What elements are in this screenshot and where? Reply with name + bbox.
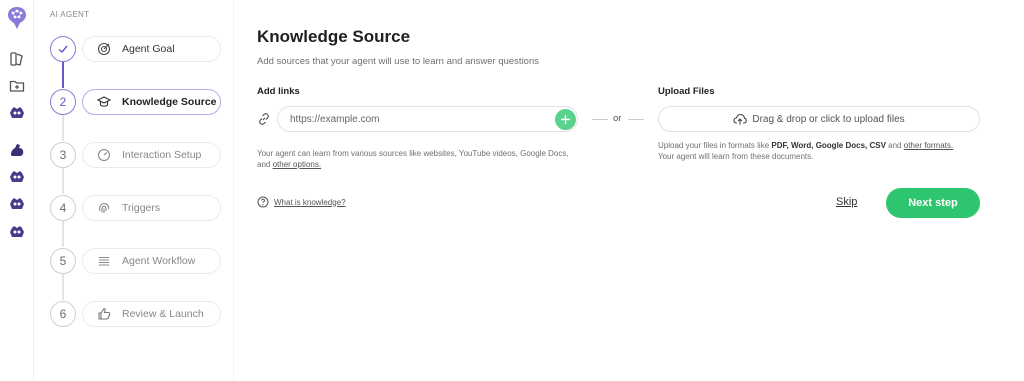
url-field: [277, 106, 578, 132]
agent-avatar-icon[interactable]: [9, 169, 25, 185]
upload-and: and: [888, 141, 902, 150]
step-label: Agent Goal: [122, 43, 175, 55]
upload-dropzone[interactable]: Drag & drop or click to upload files: [658, 106, 980, 132]
divider: [592, 119, 608, 120]
list-icon: [99, 256, 109, 266]
step-label: Review & Launch: [122, 308, 204, 320]
step-6-number[interactable]: 6: [50, 301, 76, 327]
book-icon[interactable]: [9, 51, 25, 67]
agent-avatar-icon[interactable]: [9, 105, 25, 121]
page-subtitle: Add sources that your agent will use to …: [257, 56, 539, 67]
step-connector: [62, 168, 64, 194]
or-separator: or: [592, 113, 644, 125]
step-4-number[interactable]: 4: [50, 195, 76, 221]
step-knowledge-source[interactable]: Knowledge Source: [82, 89, 221, 115]
links-help-text: Your agent can learn from various source…: [257, 148, 577, 170]
step-connector: [62, 221, 64, 247]
what-is-knowledge-label: What is knowledge?: [274, 197, 346, 207]
icon-rail: [0, 0, 34, 381]
folder-plus-icon[interactable]: [9, 78, 25, 94]
step-agent-workflow[interactable]: Agent Workflow: [82, 248, 221, 274]
step-1-check[interactable]: [50, 36, 76, 62]
step-5-number[interactable]: 5: [50, 248, 76, 274]
step-agent-goal[interactable]: Agent Goal: [82, 36, 221, 62]
question-circle-icon: [257, 196, 269, 208]
target-icon: [97, 42, 111, 56]
agent-avatar-icon[interactable]: [9, 196, 25, 212]
steps-panel: AI AGENT Agent Goal 2 Knowledge Source 3: [34, 0, 234, 381]
step-interaction-setup[interactable]: Interaction Setup: [82, 142, 221, 168]
step-connector: [62, 62, 64, 88]
check-icon: [58, 45, 68, 53]
step-3-number[interactable]: 3: [50, 142, 76, 168]
upload-help-text: Upload your files in formats like PDF, W…: [658, 140, 988, 162]
graduation-cap-icon: [97, 96, 111, 107]
step-2-number[interactable]: 2: [50, 89, 76, 115]
link-icon: [259, 113, 269, 125]
step-connector: [62, 274, 64, 300]
add-links-heading: Add links: [257, 86, 300, 97]
step-review-launch[interactable]: Review & Launch: [82, 301, 221, 327]
divider: [628, 119, 644, 120]
upload-help-suffix: Your agent will learn from these documen…: [658, 152, 814, 161]
cloud-upload-icon: [733, 113, 748, 125]
gauge-icon: [97, 148, 111, 162]
add-link-button[interactable]: [555, 109, 576, 130]
url-input[interactable]: [290, 111, 540, 128]
what-is-knowledge-link[interactable]: What is knowledge?: [257, 196, 346, 208]
plus-icon: [561, 115, 570, 124]
step-label: Triggers: [122, 202, 161, 214]
step-connector: [62, 115, 64, 141]
page-title: Knowledge Source: [257, 27, 411, 46]
next-step-button[interactable]: Next step: [886, 188, 980, 218]
upload-formats: PDF, Word, Google Docs, CSV: [771, 141, 886, 150]
skip-button[interactable]: Skip: [836, 196, 857, 208]
agent-avatar-icon[interactable]: [9, 224, 25, 240]
upload-help-prefix: Upload your files in formats like: [658, 141, 770, 150]
step-label: Knowledge Source: [122, 96, 217, 108]
main-content: Knowledge Source Add sources that your a…: [234, 0, 1024, 381]
brain-logo-icon[interactable]: [7, 6, 27, 30]
upload-files-heading: Upload Files: [658, 86, 715, 97]
step-label: Agent Workflow: [122, 255, 196, 267]
step-triggers[interactable]: Triggers: [82, 195, 221, 221]
flexed-arm-icon[interactable]: [9, 142, 25, 158]
thumbs-up-icon: [98, 307, 111, 320]
fingerprint-icon: [99, 202, 110, 213]
other-formats-link[interactable]: other formats.: [904, 141, 953, 150]
step-label: Interaction Setup: [122, 149, 202, 161]
other-options-link[interactable]: other options.: [273, 160, 321, 169]
or-label: or: [613, 113, 622, 124]
section-label: AI AGENT: [50, 10, 90, 19]
upload-button-label: Drag & drop or click to upload files: [752, 113, 905, 125]
